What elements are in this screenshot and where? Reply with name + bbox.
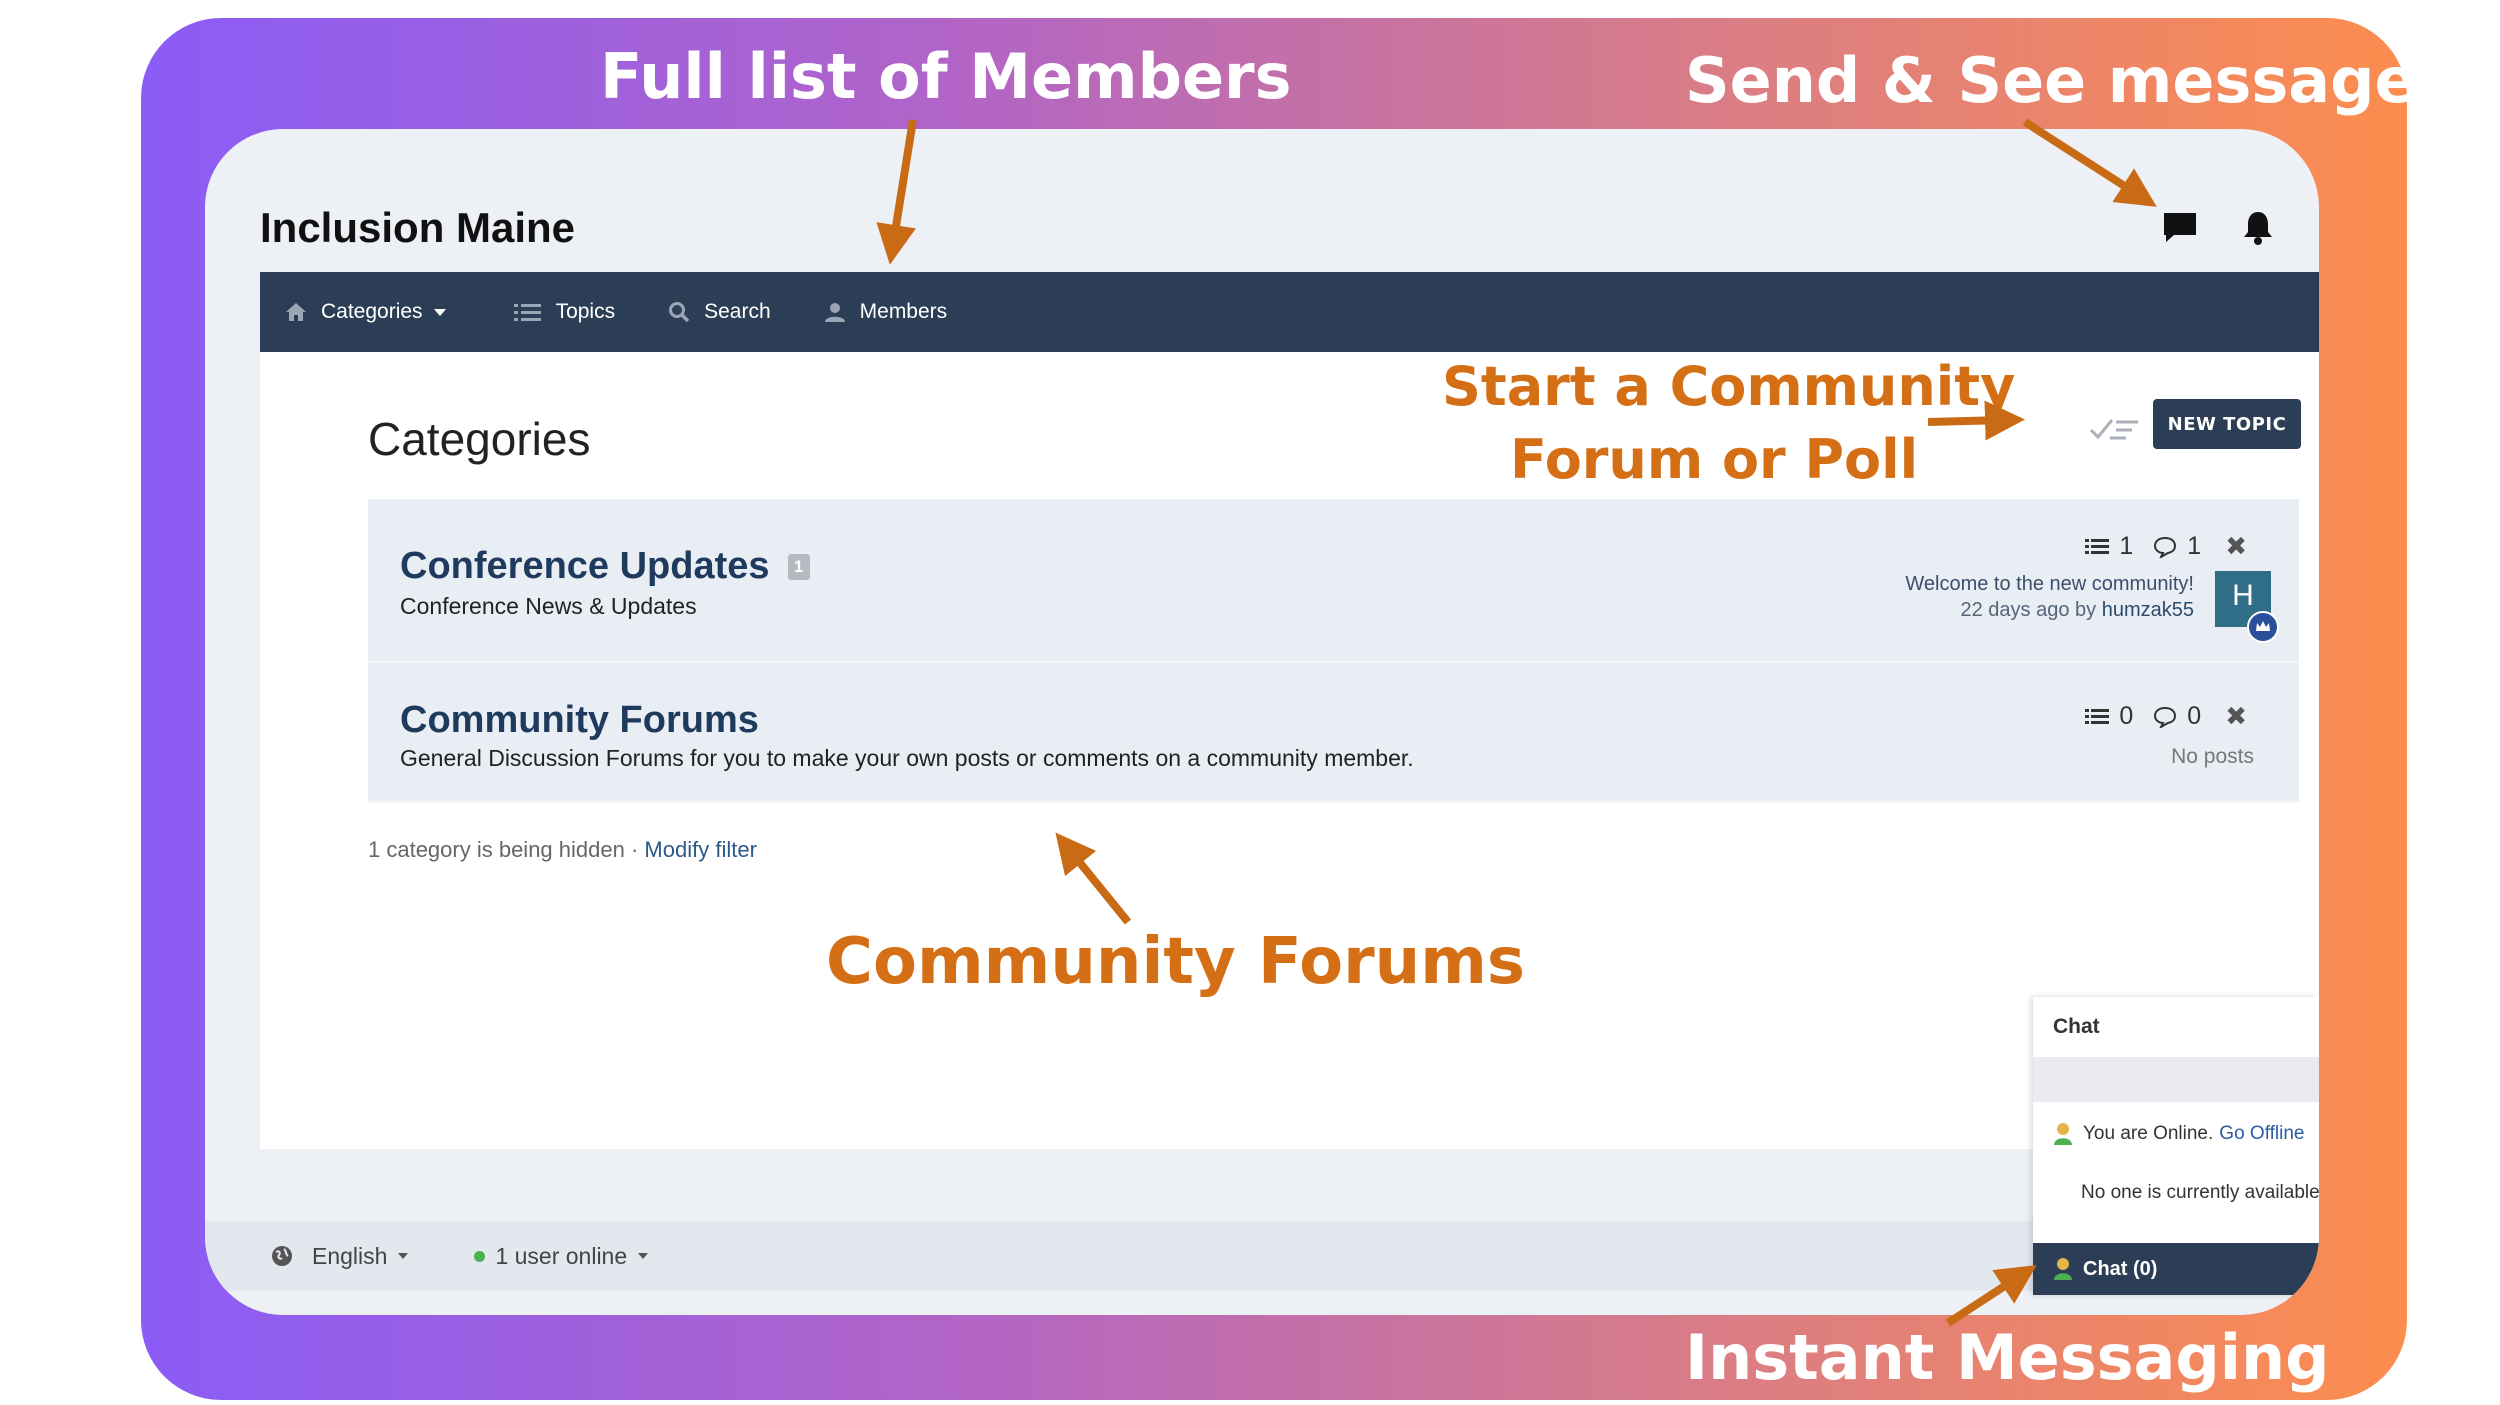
- hidden-note-separator: ·: [624, 837, 645, 862]
- chat-toggle-button[interactable]: Chat (0): [2033, 1243, 2319, 1295]
- modify-filter-link[interactable]: Modify filter: [644, 837, 756, 862]
- callout-start-forum-line2: Forum or Poll: [1510, 428, 1919, 491]
- page-title: Categories: [368, 413, 591, 465]
- list-icon: [513, 304, 541, 321]
- category-description: Conference News & Updates: [400, 593, 697, 619]
- latest-post-user[interactable]: humzak55: [2102, 599, 2194, 621]
- category-name-link[interactable]: Conference Updates 1: [400, 545, 810, 588]
- globe-icon: [272, 1246, 292, 1266]
- chat-divider: [2033, 1057, 2319, 1102]
- user-online-icon: [2054, 1258, 2072, 1280]
- topics-list-icon: [2085, 538, 2110, 554]
- site-brand[interactable]: Inclusion Maine: [260, 204, 575, 252]
- language-selector[interactable]: English: [270, 1243, 409, 1270]
- go-offline-link[interactable]: Go Offline: [2219, 1123, 2304, 1145]
- topics-list-icon: [2085, 708, 2110, 724]
- close-icon[interactable]: ✖: [2225, 701, 2247, 732]
- chat-panel-title: Chat: [2053, 1015, 2100, 1038]
- nav-members[interactable]: Members: [824, 300, 948, 324]
- online-status-text: You are Online.: [2083, 1123, 2214, 1144]
- content-area: Categories NEW TOPIC Conference Updates 1…: [260, 352, 2319, 1149]
- users-online-selector[interactable]: 1 user online: [474, 1243, 649, 1270]
- crown-icon: [2247, 611, 2279, 643]
- home-icon: [286, 303, 306, 321]
- post-count: 0: [2187, 702, 2202, 730]
- caret-down-icon: [638, 1253, 649, 1259]
- app-screen: Inclusion Maine Categories Topics Search…: [205, 129, 2319, 1315]
- bell-icon[interactable]: [2238, 207, 2278, 247]
- latest-post-time: 22 days ago by: [1960, 599, 2097, 621]
- online-dot-icon: [474, 1250, 486, 1262]
- callout-messages: Send & See messages: [1685, 44, 2454, 117]
- close-icon[interactable]: ✖: [2225, 531, 2247, 562]
- hidden-category-note: 1 category is being hidden · Modify filt…: [368, 837, 757, 863]
- post-count: 1: [2187, 532, 2202, 560]
- category-count-badge: 1: [787, 554, 810, 580]
- mark-read-icon[interactable]: [2088, 412, 2140, 442]
- page-footer: English 1 user online: [205, 1221, 2319, 1291]
- callout-members: Full list of Members: [600, 40, 1292, 113]
- category-stats: 0 0 ✖: [2085, 701, 2247, 732]
- nav-topics-label: Topics: [555, 300, 616, 323]
- no-posts-label: No posts: [2171, 745, 2254, 768]
- category-description: General Discussion Forums for you to mak…: [400, 745, 1414, 771]
- hidden-note-text: 1 category is being hidden: [368, 837, 625, 862]
- category-stats: 1 1 ✖: [2085, 531, 2247, 562]
- chat-panel: Chat You are Online. Go Offline No one is…: [2033, 997, 2319, 1295]
- nav-topics[interactable]: Topics: [513, 300, 616, 324]
- nav-search-label: Search: [704, 300, 771, 323]
- latest-post[interactable]: Welcome to the new community! 22 days ag…: [1905, 571, 2194, 623]
- callout-start-forum-line1: Start a Community: [1442, 355, 2016, 418]
- nav-categories[interactable]: Categories: [285, 300, 461, 324]
- nav-categories-label: Categories: [321, 300, 423, 323]
- user-icon: [824, 303, 845, 322]
- category-row[interactable]: Conference Updates 1 Conference News & Up…: [368, 499, 2299, 663]
- comment-icon: [2154, 706, 2177, 728]
- nav-members-label: Members: [859, 300, 948, 323]
- language-label: English: [312, 1242, 388, 1269]
- category-row[interactable]: Community Forums General Discussion Foru…: [368, 663, 2299, 803]
- caret-down-icon: [398, 1253, 409, 1259]
- topic-count: 0: [2119, 702, 2134, 730]
- main-navbar: Categories Topics Search Members: [260, 272, 2319, 352]
- chat-bubble-icon[interactable]: [2160, 207, 2200, 247]
- caret-down-icon: [433, 309, 446, 316]
- callout-community-forums: Community Forums: [826, 925, 1525, 999]
- user-online-icon: [2054, 1123, 2072, 1145]
- users-online-label: 1 user online: [495, 1242, 628, 1269]
- search-icon: [669, 302, 690, 323]
- category-list: Conference Updates 1 Conference News & Up…: [368, 499, 2299, 803]
- callout-instant-messaging: Instant Messaging: [1685, 1321, 2330, 1394]
- latest-post-title[interactable]: Welcome to the new community!: [1905, 571, 2194, 597]
- comment-icon: [2154, 536, 2177, 558]
- topic-count: 1: [2119, 532, 2134, 560]
- chat-toggle-label: Chat (0): [2083, 1257, 2158, 1280]
- nav-search[interactable]: Search: [668, 300, 771, 324]
- category-name-link[interactable]: Community Forums: [400, 699, 759, 742]
- chat-availability: No one is currently available: [2081, 1182, 2319, 1203]
- new-topic-button[interactable]: NEW TOPIC: [2153, 399, 2301, 449]
- chat-online-status: You are Online. Go Offline: [2053, 1122, 2319, 1146]
